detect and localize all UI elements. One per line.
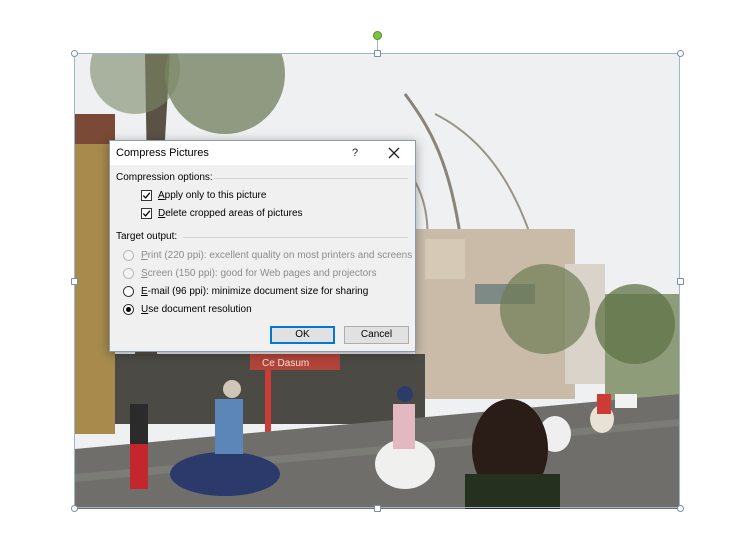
print-220-ppi-radio[interactable]: Print (220 ppi): excellent quality on mo…: [123, 248, 412, 262]
shop-sign: Ce Dasum: [262, 358, 309, 369]
print-220-ppi-label: Print (220 ppi): excellent quality on mo…: [141, 249, 413, 261]
dialog-titlebar[interactable]: Compress Pictures ?: [110, 141, 415, 165]
use-document-resolution-radio[interactable]: Use document resolution: [123, 302, 252, 316]
radio-circle[interactable]: [123, 285, 134, 297]
target-output-label: Target output:: [116, 231, 178, 242]
help-button[interactable]: ?: [345, 144, 365, 162]
apply-only-this-picture-label: Apply only to this picture: [158, 189, 267, 201]
dialog-title: Compress Pictures: [116, 147, 209, 159]
resize-handle-top-right[interactable]: [677, 50, 684, 57]
close-icon: [388, 147, 400, 159]
radio-circle[interactable]: [123, 249, 134, 261]
delete-cropped-areas-checkbox[interactable]: Delete cropped areas of pictures: [141, 206, 303, 220]
screen-150-ppi-radio[interactable]: Screen (150 ppi): good for Web pages and…: [123, 266, 377, 280]
divider: [214, 178, 408, 179]
resize-handle-bottom[interactable]: [374, 505, 381, 512]
email-96-ppi-radio[interactable]: E-mail (96 ppi): minimize document size …: [123, 284, 368, 298]
close-button[interactable]: [381, 143, 407, 163]
rotate-handle-icon[interactable]: [373, 31, 382, 40]
email-96-ppi-label: E-mail (96 ppi): minimize document size …: [141, 285, 369, 297]
divider: [183, 237, 408, 238]
resize-handle-top-left[interactable]: [71, 50, 78, 57]
resize-handle-bottom-right[interactable]: [677, 505, 684, 512]
radio-circle[interactable]: [123, 303, 134, 315]
screen-150-ppi-label: Screen (150 ppi): good for Web pages and…: [141, 267, 377, 279]
compress-pictures-dialog: Compress Pictures ? Compression options:…: [109, 140, 416, 352]
delete-cropped-areas-label: Delete cropped areas of pictures: [158, 207, 303, 219]
resize-handle-left[interactable]: [71, 278, 78, 285]
apply-only-this-picture-checkbox[interactable]: Apply only to this picture: [141, 188, 266, 202]
resize-handle-right[interactable]: [677, 278, 684, 285]
checkbox-box[interactable]: [141, 207, 152, 219]
use-document-resolution-label: Use document resolution: [141, 303, 252, 315]
ok-button[interactable]: OK: [270, 326, 335, 344]
cancel-button[interactable]: Cancel: [344, 326, 409, 344]
resize-handle-top[interactable]: [374, 50, 381, 57]
compression-options-label: Compression options:: [116, 172, 213, 183]
resize-handle-bottom-left[interactable]: [71, 505, 78, 512]
radio-circle[interactable]: [123, 267, 134, 279]
checkmark-icon: [142, 191, 151, 199]
checkmark-icon: [142, 209, 151, 217]
radio-selected-dot: [126, 306, 131, 312]
checkbox-box[interactable]: [141, 189, 152, 201]
